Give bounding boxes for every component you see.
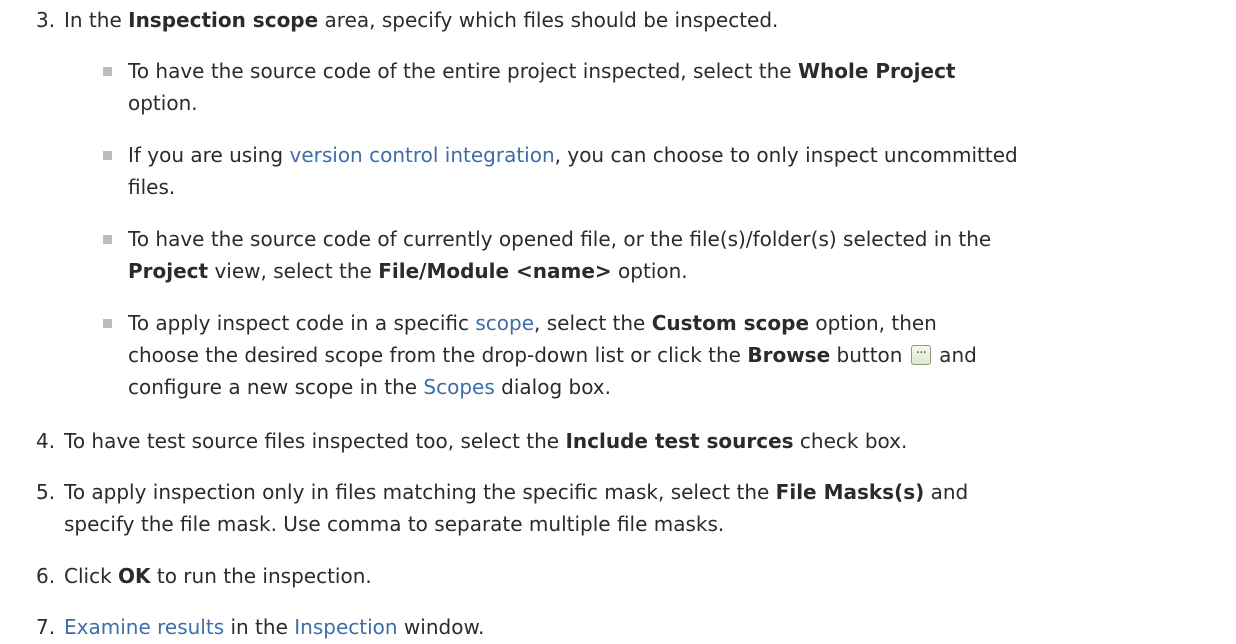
ui-term: Include test sources (565, 429, 794, 453)
ellipsis-button-icon: ... (910, 341, 931, 365)
bullet-square-icon (103, 151, 112, 160)
help-document: 3. In the Inspection scope area, specify… (0, 0, 1236, 644)
step-number: 7. (36, 615, 56, 639)
ui-term: Project (128, 259, 209, 283)
inspection-link[interactable]: Inspection (294, 615, 397, 639)
step-text: In the Inspection scope area, specify wh… (64, 8, 779, 32)
ui-term: Whole Project (797, 59, 956, 83)
step-number: 6. (36, 564, 56, 588)
scopes-link[interactable]: Scopes (423, 375, 494, 399)
step-number: 3. (36, 8, 56, 32)
ui-term: File/Module <name> (378, 259, 612, 283)
step-number: 4. (36, 429, 56, 453)
scope-link[interactable]: scope (475, 311, 534, 335)
ui-term: OK (118, 564, 151, 588)
examine-results-link[interactable]: Examine results (64, 615, 224, 639)
ui-term: Custom scope (651, 311, 810, 335)
version-control-integration-link[interactable]: version control integration (289, 143, 554, 167)
bullet-square-icon (103, 67, 112, 76)
ui-term: Inspection scope (128, 8, 319, 32)
bullet-square-icon (103, 319, 112, 328)
ui-term: Browse (747, 343, 831, 367)
step-number: 5. (36, 480, 56, 504)
ui-term: File Masks(s) (775, 480, 925, 504)
bullet-square-icon (103, 235, 112, 244)
